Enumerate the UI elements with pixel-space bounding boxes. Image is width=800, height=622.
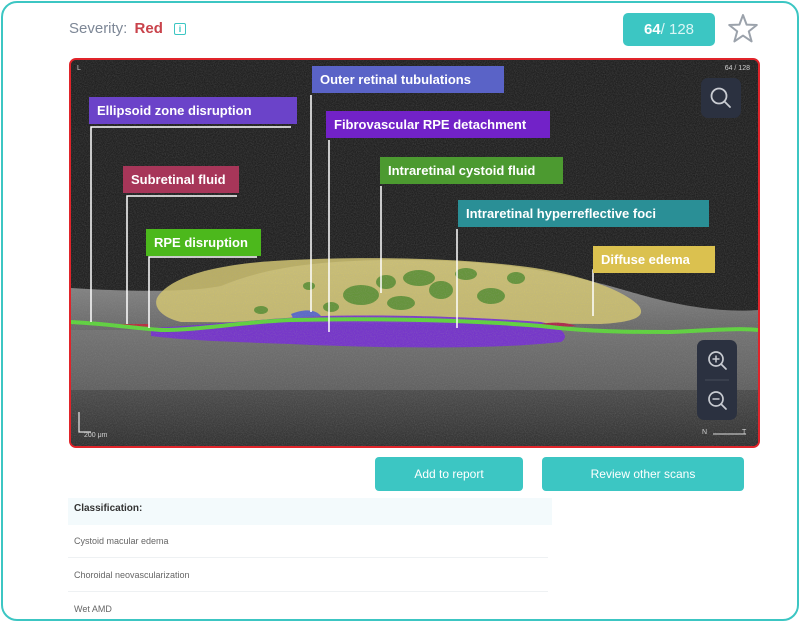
zoom-in-icon[interactable] (708, 351, 727, 370)
severity: Severity: Red i (69, 20, 187, 37)
slice-index-label: 64 / 128 (724, 65, 750, 72)
slice-current: 64 (643, 21, 661, 38)
label-intraretinal-hyperreflective-foci[interactable]: Intraretinal hyperreflective foci (458, 200, 709, 227)
label-subretinal-fluid[interactable]: Subretinal fluid (123, 166, 239, 193)
zoom-controls (697, 340, 737, 420)
severity-label: Severity: (69, 20, 128, 37)
zoom-out-icon[interactable] (708, 391, 727, 410)
severity-value: Red (134, 20, 163, 37)
info-icon[interactable]: i (174, 23, 187, 35)
search-button[interactable] (701, 78, 741, 118)
classification-item: Choroidal neovascularization (74, 570, 190, 580)
classification-item: Wet AMD (74, 604, 112, 614)
divider (68, 591, 548, 592)
divider (68, 557, 548, 558)
slice-total: / 128 (660, 21, 695, 38)
label-intraretinal-cystoid-fluid[interactable]: Intraretinal cystoid fluid (380, 157, 563, 184)
search-icon (710, 87, 731, 108)
orientation-n: N (702, 429, 708, 436)
orientation-t: T (742, 429, 747, 436)
scale-bar-label: 200 μm (84, 432, 108, 439)
scan-card: Severity: Red i 64/ 128 L 64 / 128 200 μ… (1, 1, 799, 621)
label-fibrovascular-rpe-detachment[interactable]: Fibrovascular RPE detachment (326, 111, 550, 138)
review-other-scans-button[interactable]: Review other scans (542, 457, 744, 491)
add-to-report-button[interactable]: Add to report (375, 457, 523, 491)
star-outline-icon[interactable] (727, 13, 759, 45)
label-outer-retinal-tubulations[interactable]: Outer retinal tubulations (312, 66, 504, 93)
classification-item: Cystoid macular edema (74, 536, 169, 546)
eye-side-label: L (77, 65, 81, 72)
classification-heading: Classification: (68, 498, 552, 525)
label-rpe-disruption[interactable]: RPE disruption (146, 229, 261, 256)
zoom-icons (705, 351, 729, 410)
label-diffuse-edema[interactable]: Diffuse edema (593, 246, 715, 273)
slice-counter: 64/ 128 (623, 13, 715, 46)
oct-scan-viewer[interactable]: L 64 / 128 200 μm N T Ellipsoid zone dis… (69, 58, 760, 448)
label-ellipsoid-zone-disruption[interactable]: Ellipsoid zone disruption (89, 97, 297, 124)
